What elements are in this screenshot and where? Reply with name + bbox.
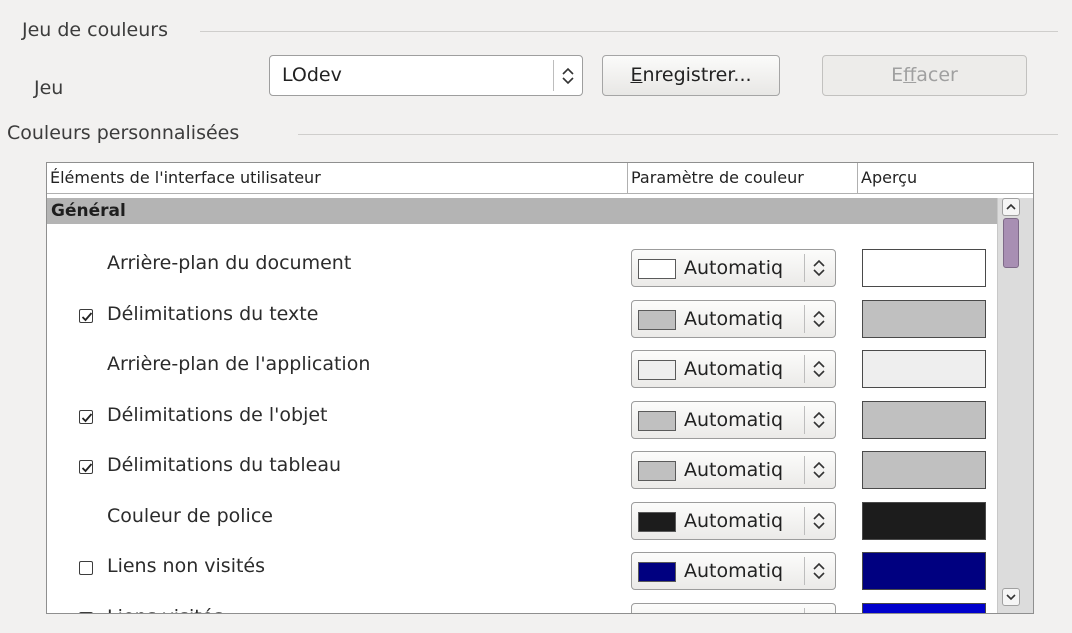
row-label: Délimitations du texte bbox=[107, 303, 319, 325]
row-label: Arrière-plan de l'application bbox=[107, 353, 371, 375]
row-label: Arrière-plan du document bbox=[107, 252, 352, 274]
row-checkbox[interactable] bbox=[79, 561, 93, 575]
color-setting-value: Automatiq bbox=[684, 358, 784, 380]
checkmark-icon bbox=[81, 413, 93, 423]
row-label: Couleur de police bbox=[107, 505, 273, 527]
scheme-section-title: Jeu de couleurs bbox=[22, 19, 168, 41]
table-row[interactable]: Délimitations de l'objet Automatiq bbox=[47, 394, 997, 440]
color-preview bbox=[862, 603, 986, 613]
up-down-chevron-icon bbox=[804, 507, 835, 535]
color-setting-select[interactable]: Automatiq bbox=[631, 552, 836, 590]
checkmark-icon bbox=[81, 463, 93, 473]
up-down-chevron-icon bbox=[804, 557, 835, 585]
color-setting-select[interactable]: Automatiq bbox=[631, 300, 836, 338]
table-row[interactable]: Liens non visités Automatiq bbox=[47, 545, 997, 591]
color-swatch bbox=[638, 310, 676, 330]
custom-colors-section-divider bbox=[298, 134, 1058, 135]
color-swatch bbox=[638, 562, 676, 582]
color-setting-value: Automatiq bbox=[684, 560, 784, 582]
color-setting-select[interactable]: Automatiq bbox=[631, 502, 836, 540]
color-preview bbox=[862, 502, 986, 540]
table-row[interactable]: Arrière-plan du document Automatiq bbox=[47, 242, 997, 288]
table-row[interactable]: Arrière-plan de l'application Automatiq bbox=[47, 343, 997, 389]
row-label: Liens non visités bbox=[107, 555, 266, 577]
row-checkbox[interactable] bbox=[79, 309, 93, 323]
row-checkbox[interactable] bbox=[79, 410, 93, 424]
color-preview bbox=[862, 249, 986, 287]
row-label: Délimitations du tableau bbox=[107, 454, 342, 476]
up-down-chevron-icon bbox=[804, 305, 835, 333]
header-divider bbox=[47, 193, 1033, 194]
save-scheme-button[interactable]: Enregistrer... bbox=[602, 55, 780, 96]
column-header-preview[interactable]: Aperçu bbox=[858, 163, 1033, 193]
table-row[interactable]: Délimitations du texte Automatiq bbox=[47, 293, 997, 339]
color-elements-table: Éléments de l'interface utilisateur Para… bbox=[46, 162, 1034, 614]
vertical-scrollbar[interactable] bbox=[997, 198, 1033, 613]
group-row-general: Général bbox=[47, 198, 997, 224]
column-header-color-setting[interactable]: Paramètre de couleur bbox=[628, 163, 858, 193]
scheme-select-value: LOdev bbox=[282, 64, 342, 86]
color-setting-value: Automatiq bbox=[684, 308, 784, 330]
scrollbar-thumb[interactable] bbox=[1003, 218, 1019, 268]
custom-colors-section-title: Couleurs personnalisées bbox=[7, 122, 240, 144]
color-preview bbox=[862, 451, 986, 489]
color-setting-select[interactable]: Automatiq bbox=[631, 603, 836, 614]
delete-scheme-button[interactable]: Effacer bbox=[822, 55, 1027, 96]
row-checkbox[interactable] bbox=[79, 460, 93, 474]
chevron-down-icon[interactable] bbox=[1002, 588, 1020, 606]
color-swatch bbox=[638, 411, 676, 431]
row-label: Liens visités bbox=[107, 606, 223, 613]
color-setting-select[interactable]: Automatiq bbox=[631, 249, 836, 287]
color-preview bbox=[862, 552, 986, 590]
up-down-chevron-icon bbox=[804, 608, 835, 613]
color-setting-value: Automatiq bbox=[684, 459, 784, 481]
column-header-elements[interactable]: Éléments de l'interface utilisateur bbox=[47, 163, 628, 193]
color-swatch bbox=[638, 461, 676, 481]
scheme-section-divider bbox=[200, 31, 1058, 32]
scheme-label: Jeu bbox=[34, 77, 64, 99]
up-down-chevron-icon bbox=[804, 456, 835, 484]
up-down-chevron-icon bbox=[804, 406, 835, 434]
color-swatch bbox=[638, 512, 676, 532]
color-preview bbox=[862, 350, 986, 388]
scheme-select[interactable]: LOdev bbox=[269, 55, 583, 96]
color-setting-value: Automatiq bbox=[684, 611, 783, 613]
checkmark-icon bbox=[81, 312, 93, 322]
table-row[interactable]: Délimitations du tableau Automatiq bbox=[47, 444, 997, 490]
row-checkbox[interactable] bbox=[79, 612, 93, 613]
color-swatch bbox=[638, 259, 676, 279]
row-label: Délimitations de l'objet bbox=[107, 404, 328, 426]
color-setting-select[interactable]: Automatiq bbox=[631, 350, 836, 388]
up-down-chevron-icon bbox=[804, 355, 835, 383]
color-preview bbox=[862, 300, 986, 338]
color-setting-value: Automatiq bbox=[684, 257, 784, 279]
color-setting-select[interactable]: Automatiq bbox=[631, 451, 836, 489]
table-row[interactable]: Liens visités Automatiq bbox=[47, 596, 997, 614]
color-setting-select[interactable]: Automatiq bbox=[631, 401, 836, 439]
up-down-chevron-icon bbox=[553, 60, 582, 91]
chevron-up-icon[interactable] bbox=[1002, 198, 1020, 216]
color-swatch bbox=[638, 613, 676, 614]
color-setting-value: Automatiq bbox=[684, 510, 784, 532]
up-down-chevron-icon bbox=[804, 254, 835, 282]
color-setting-value: Automatiq bbox=[684, 409, 784, 431]
color-swatch bbox=[638, 360, 676, 380]
color-preview bbox=[862, 401, 986, 439]
table-row[interactable]: Couleur de police Automatiq bbox=[47, 495, 997, 541]
